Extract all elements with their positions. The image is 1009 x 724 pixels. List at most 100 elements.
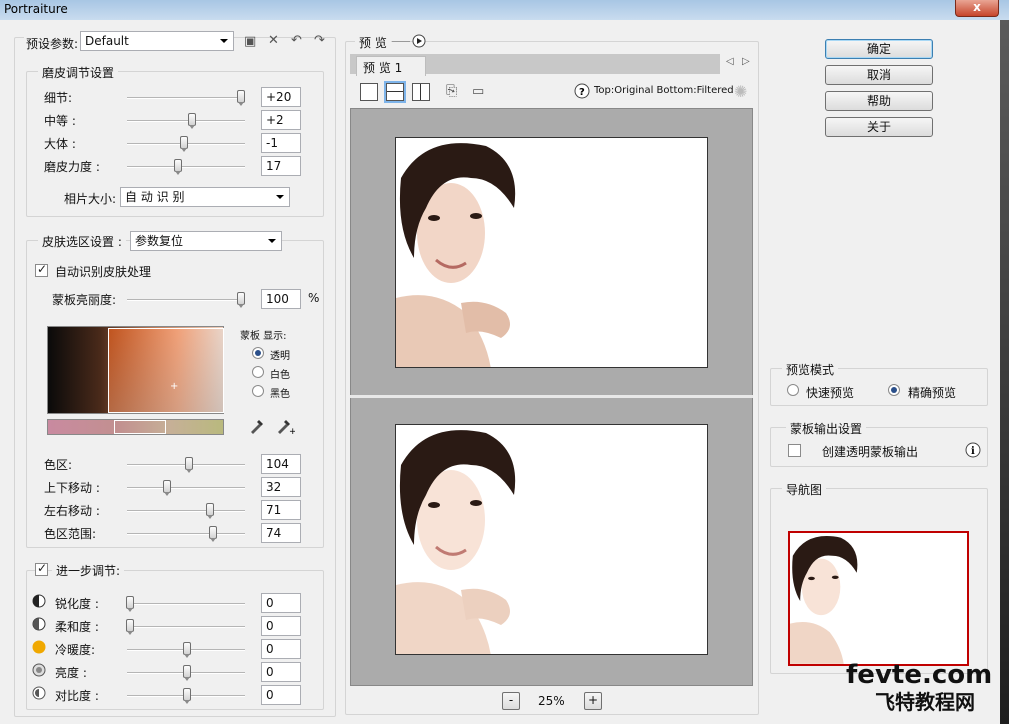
range-slider-track[interactable] (127, 533, 245, 535)
right-edge-strip (1000, 20, 1009, 724)
undo-icon[interactable]: ↶ (291, 33, 302, 48)
chevron-down-icon (276, 195, 284, 199)
hue-input[interactable]: 104 (261, 454, 301, 474)
watermark-site-name: 飞特教程网 (875, 690, 975, 714)
tab-next-icon[interactable]: ▷ (742, 56, 750, 67)
tab-preview-1[interactable]: 预 览 1 (356, 56, 426, 76)
large-slider-thumb[interactable] (180, 136, 188, 152)
photo-size-dropdown[interactable]: 自 动 识 别 (120, 187, 290, 207)
skin-color-picker[interactable]: + (47, 326, 224, 414)
contrast-thumb[interactable] (183, 688, 191, 704)
sharpness-icon (32, 594, 46, 608)
medium-slider-track[interactable] (127, 120, 245, 122)
transparent-mask-checkbox[interactable] (788, 444, 801, 457)
slider-label: 磨皮力度 : (44, 160, 100, 174)
transparent-mask-label: 创建透明蒙板输出 (822, 445, 919, 459)
accurate-preview-radio[interactable] (888, 384, 900, 396)
ok-button[interactable]: 确定 (825, 39, 933, 59)
display-option-label: 透明 (270, 351, 290, 362)
brightness-icon (32, 663, 46, 677)
contrast-input[interactable]: 0 (261, 685, 301, 705)
display-black-radio[interactable] (252, 385, 264, 397)
hue-selection[interactable] (114, 420, 166, 434)
skin-reset-dropdown[interactable]: 参数复位 (130, 231, 282, 251)
display-transparent-radio[interactable] (252, 347, 264, 359)
strength-input[interactable]: 17 (261, 156, 301, 176)
preview-divider[interactable] (350, 395, 753, 398)
cancel-button[interactable]: 取消 (825, 65, 933, 85)
medium-slider-thumb[interactable] (188, 113, 196, 129)
strength-slider-track[interactable] (127, 166, 245, 168)
info-icon[interactable]: i (965, 442, 981, 458)
about-button[interactable]: 关于 (825, 117, 933, 137)
horizontal-shift-track[interactable] (127, 510, 245, 512)
softness-input[interactable]: 0 (261, 616, 301, 636)
sharpness-input[interactable]: 0 (261, 593, 301, 613)
sharpness-track[interactable] (127, 603, 245, 605)
close-button[interactable]: x (955, 0, 999, 17)
softness-thumb[interactable] (126, 619, 134, 635)
vertical-shift-input[interactable]: 32 (261, 477, 301, 497)
preview-info-text: Top:Original Bottom:Filtered (594, 85, 734, 96)
enhance-checkbox[interactable] (35, 561, 48, 576)
softness-track[interactable] (127, 626, 245, 628)
eyedropper-plus-icon[interactable]: + (275, 417, 295, 435)
warmth-input[interactable]: 0 (261, 639, 301, 659)
hue-strip[interactable] (47, 419, 224, 435)
slider-label: 冷暖度: (55, 643, 96, 657)
detail-slider-track[interactable] (127, 97, 245, 99)
vertical-shift-track[interactable] (127, 487, 245, 489)
hue-slider-thumb[interactable] (185, 457, 193, 473)
sharpness-thumb[interactable] (126, 596, 134, 612)
medium-input[interactable]: +2 (261, 110, 301, 130)
mask-brightness-track[interactable] (127, 299, 245, 301)
contrast-icon (32, 686, 46, 700)
slider-label: 大体 : (44, 137, 76, 151)
zoom-in-button[interactable]: + (584, 692, 602, 710)
mask-brightness-input[interactable]: 100 (261, 289, 301, 309)
help-button[interactable]: 帮助 (825, 91, 933, 111)
preset-dropdown[interactable]: Default (80, 31, 234, 51)
single-view-icon[interactable] (360, 83, 378, 101)
slider-label: 亮度 : (55, 666, 87, 680)
mask-brightness-thumb[interactable] (237, 292, 245, 308)
tab-prev-icon[interactable]: ◁ (726, 56, 734, 67)
brightness-thumb[interactable] (183, 665, 191, 681)
warmth-thumb[interactable] (183, 642, 191, 658)
fast-preview-radio[interactable] (787, 384, 799, 396)
new-preview-icon[interactable]: ⎘ (446, 83, 457, 99)
compare-icon[interactable]: ▭ (472, 84, 484, 99)
save-icon[interactable]: ▣ (244, 34, 256, 49)
vertical-shift-thumb[interactable] (163, 480, 171, 496)
redo-icon[interactable]: ↷ (314, 33, 325, 48)
window-title: Portraiture (4, 2, 68, 16)
navigator-viewport[interactable] (788, 531, 969, 666)
horizontal-shift-thumb[interactable] (206, 503, 214, 519)
filtered-photo[interactable] (395, 424, 708, 655)
slider-label: 细节: (44, 91, 73, 105)
mask-output-title: 蒙板输出设置 (786, 420, 867, 437)
skin-title: 皮肤选区设置 : (38, 233, 126, 250)
zoom-out-button[interactable]: - (502, 692, 520, 710)
play-icon[interactable] (412, 34, 426, 48)
display-white-radio[interactable] (252, 366, 264, 378)
detail-slider-thumb[interactable] (237, 90, 245, 106)
original-photo[interactable] (395, 137, 708, 368)
slider-label: 锐化度 : (55, 597, 99, 611)
smoothing-title: 磨皮调节设置 (38, 64, 119, 81)
split-horizontal-icon[interactable] (386, 83, 404, 101)
split-vertical-icon[interactable] (412, 83, 430, 101)
detail-input[interactable]: +20 (261, 87, 301, 107)
horizontal-shift-input[interactable]: 71 (261, 500, 301, 520)
strength-slider-thumb[interactable] (174, 159, 182, 175)
help-icon[interactable]: ? (574, 83, 590, 99)
color-selection-box[interactable] (108, 328, 224, 413)
range-input[interactable]: 74 (261, 523, 301, 543)
eyedropper-icon[interactable] (248, 417, 266, 435)
large-input[interactable]: -1 (261, 133, 301, 153)
brightness-input[interactable]: 0 (261, 662, 301, 682)
range-slider-thumb[interactable] (209, 526, 217, 542)
crosshair-icon: + (170, 381, 179, 392)
delete-icon[interactable]: ✕ (268, 33, 279, 48)
auto-skin-checkbox[interactable] (35, 262, 48, 277)
